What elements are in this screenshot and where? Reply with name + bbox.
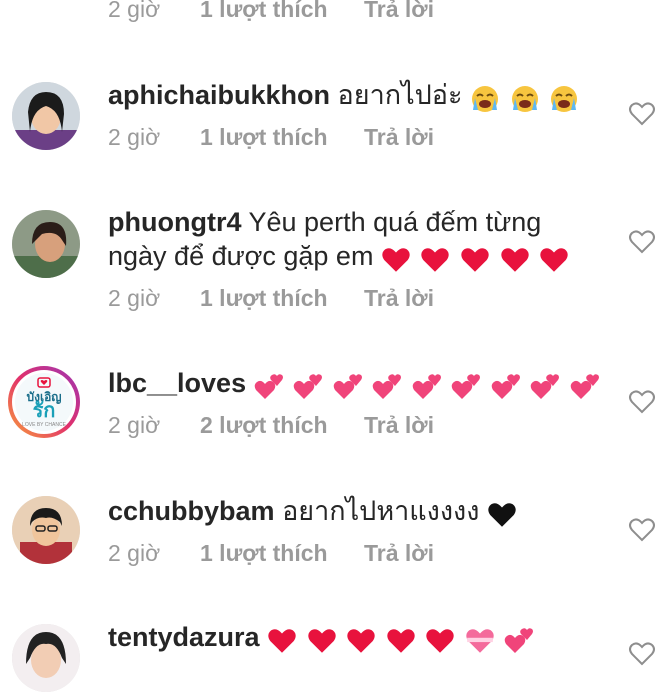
comment-username[interactable]: lbc__loves — [108, 368, 246, 398]
comment-likes[interactable]: 1 lượt thích — [200, 0, 328, 23]
two-hearts-icon — [372, 373, 402, 399]
comment-time: 2 giờ — [108, 285, 161, 311]
red-heart-icon — [461, 247, 489, 272]
avatar[interactable]: บังเอิญ รัก LOVE BY CHANCE — [6, 364, 82, 440]
comment-text: cchubbybam อยากไปหาแงงงง — [108, 494, 519, 530]
two-hearts-icon — [530, 373, 560, 399]
comment-username[interactable]: aphichaibukkhon — [108, 80, 330, 110]
comment-time: 2 giờ — [108, 0, 161, 22]
red-heart-icon — [426, 628, 454, 653]
comment-text: tentydazura — [108, 620, 536, 656]
red-heart-icon — [386, 628, 415, 653]
comment-time: 2 giờ — [108, 412, 161, 438]
comment-username[interactable]: tentydazura — [108, 622, 260, 652]
emoji-group — [267, 622, 536, 656]
avatar-text-2: รัก — [32, 400, 56, 422]
two-hearts-icon — [491, 373, 520, 399]
red-heart-icon — [382, 247, 410, 272]
red-heart-icon — [347, 628, 375, 653]
comment-body: อยากไปอ่ะ — [337, 80, 463, 110]
emoji-group — [381, 241, 571, 275]
emoji-group — [487, 496, 519, 530]
reply-button[interactable]: Trả lời — [364, 0, 434, 23]
emoji-group — [254, 368, 602, 402]
avatar-text-3: LOVE BY CHANCE — [22, 422, 66, 428]
comment-username[interactable]: cchubbybam — [108, 496, 275, 526]
red-heart-icon — [421, 247, 450, 272]
comment-time: 2 giờ — [108, 540, 161, 566]
comment-likes[interactable]: 1 lượt thích — [200, 540, 328, 567]
red-heart-icon — [268, 628, 296, 653]
like-heart-icon[interactable] — [628, 100, 656, 128]
two-hearts-icon — [504, 627, 534, 653]
two-hearts-icon — [570, 373, 599, 399]
comment-text-line2: ngày để được gặp em — [108, 239, 571, 275]
crying-face-icon — [511, 85, 538, 112]
two-hearts-icon — [293, 373, 323, 399]
avatar[interactable] — [12, 624, 80, 692]
reply-button[interactable]: Trả lời — [364, 412, 434, 439]
avatar[interactable] — [12, 496, 80, 564]
reply-button[interactable]: Trả lời — [364, 540, 434, 567]
reply-button[interactable]: Trả lời — [364, 124, 434, 151]
crying-face-icon — [551, 85, 578, 112]
crying-face-icon — [472, 85, 499, 112]
comment-likes[interactable]: 1 lượt thích — [200, 285, 328, 312]
red-heart-icon — [307, 628, 336, 653]
heart-with-ribbon-icon — [465, 628, 494, 653]
like-heart-icon[interactable] — [628, 228, 656, 256]
two-hearts-icon — [451, 373, 481, 399]
like-heart-icon[interactable] — [628, 388, 656, 416]
comment-body: Yêu perth quá đếm từng — [248, 207, 542, 237]
comment-body: อยากไปหาแงงงง — [282, 496, 480, 526]
comment-body-continued: ngày để được gặp em — [108, 241, 374, 271]
comment-time: 2 giờ — [108, 124, 161, 150]
avatar[interactable] — [12, 82, 80, 150]
two-hearts-icon — [254, 373, 283, 399]
emoji-group — [470, 80, 581, 114]
comment-text: phuongtr4 Yêu perth quá đếm từng — [108, 205, 541, 239]
red-heart-icon — [500, 247, 529, 272]
comment-username[interactable]: phuongtr4 — [108, 207, 241, 237]
comment-text: lbc__loves — [108, 366, 602, 402]
reply-button[interactable]: Trả lời — [364, 285, 434, 312]
like-heart-icon[interactable] — [628, 516, 656, 544]
two-hearts-icon — [333, 373, 362, 399]
comment-likes[interactable]: 1 lượt thích — [200, 124, 328, 151]
black-heart-icon — [488, 502, 516, 527]
red-heart-icon — [540, 247, 568, 272]
comment-likes[interactable]: 2 lượt thích — [200, 412, 328, 439]
comment-text: aphichaibukkhon อยากไปอ่ะ — [108, 78, 581, 114]
two-hearts-icon — [412, 373, 441, 399]
avatar[interactable] — [12, 210, 80, 278]
